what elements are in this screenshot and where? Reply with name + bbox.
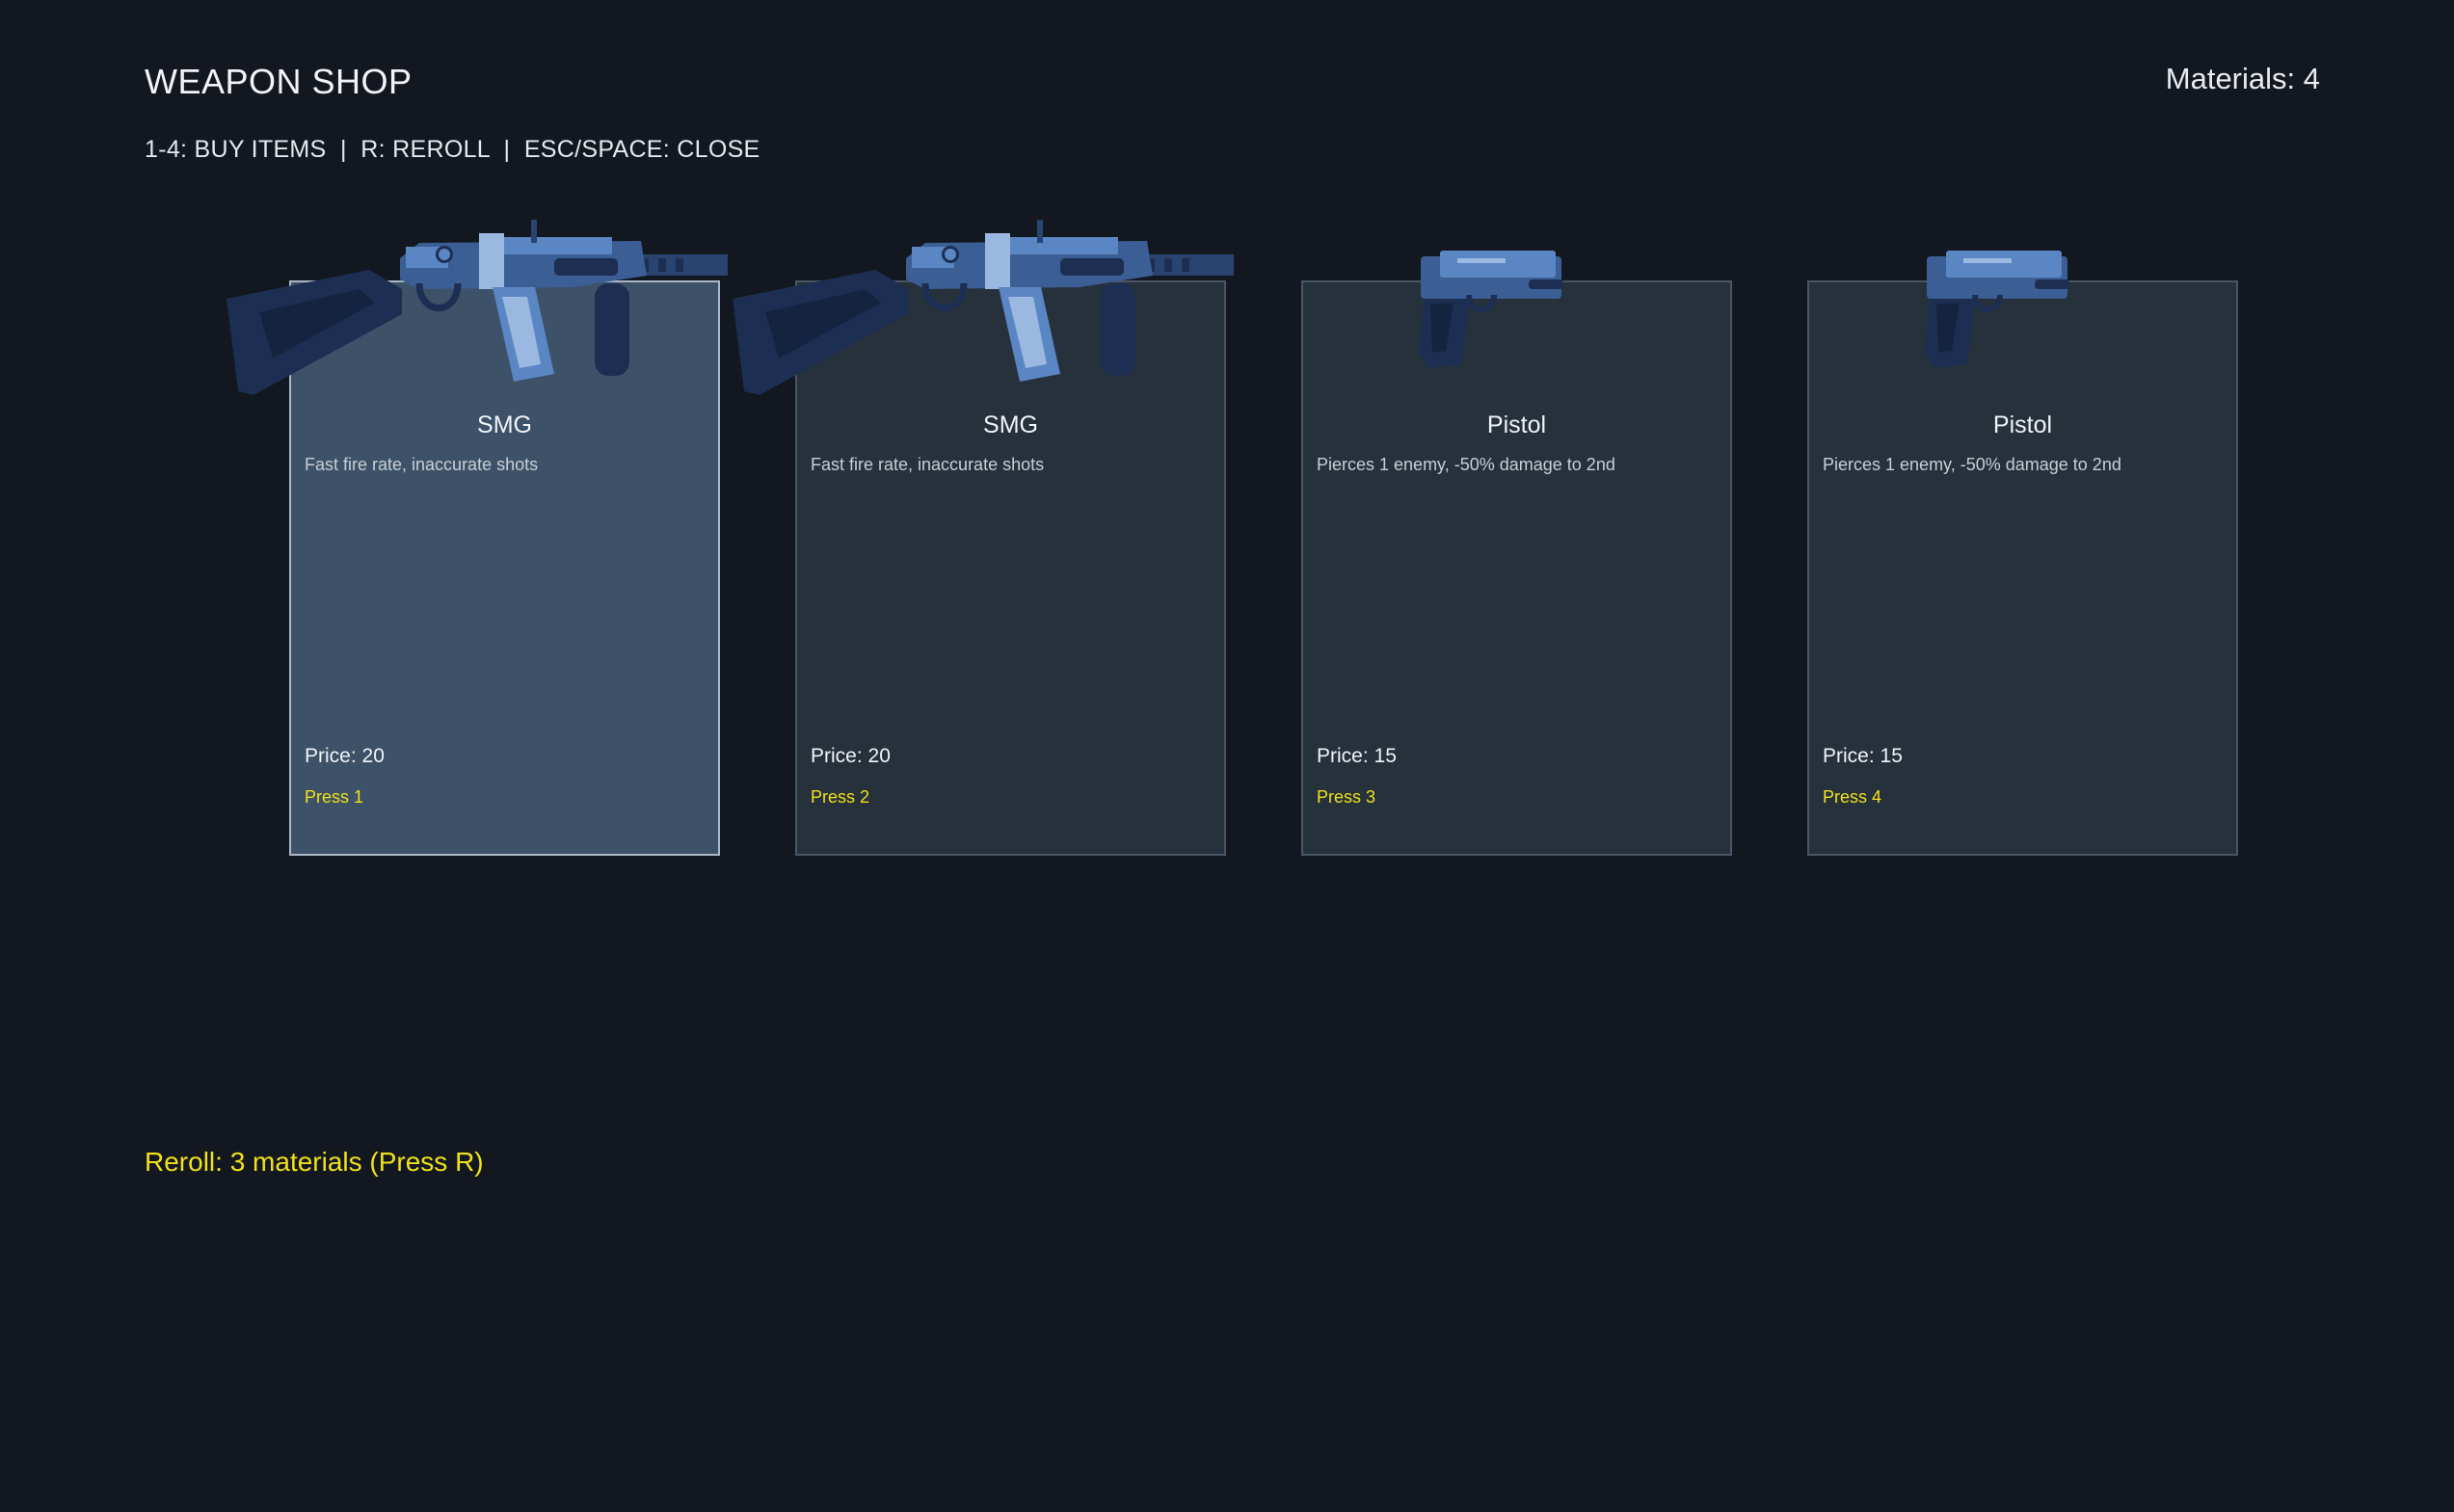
materials-counter: Materials: 4 [2165, 62, 2320, 95]
shop-item-2[interactable]: SMG Fast fire rate, inaccurate shots Pri… [795, 280, 1226, 856]
item-name: Pistol [1992, 411, 2053, 438]
item-price: Price: 20 [811, 745, 891, 767]
shop-item-4[interactable]: Pistol Pierces 1 enemy, -50% damage to 2… [1807, 280, 2238, 856]
page-title: WEAPON SHOP [145, 62, 413, 101]
item-price: Price: 20 [305, 745, 385, 767]
item-name: Pistol [1486, 411, 1547, 438]
item-key-hint: Press 4 [1823, 787, 1882, 807]
item-name: SMG [477, 411, 532, 438]
item-key-hint: Press 2 [811, 787, 870, 807]
item-description: Pierces 1 enemy, -50% damage to 2nd [1823, 455, 2121, 474]
item-description: Fast fire rate, inaccurate shots [305, 455, 539, 474]
item-key-hint: Press 1 [305, 787, 364, 807]
item-name: SMG [983, 411, 1038, 438]
controls-hint: 1-4: BUY ITEMS | R: REROLL | ESC/SPACE: … [145, 136, 760, 163]
item-description: Pierces 1 enemy, -50% damage to 2nd [1317, 455, 1615, 474]
item-price: Price: 15 [1317, 745, 1397, 767]
reroll-hint[interactable]: Reroll: 3 materials (Press R) [145, 1147, 484, 1178]
item-price: Price: 15 [1823, 745, 1903, 767]
item-key-hint: Press 3 [1317, 787, 1376, 807]
shop-item-1[interactable]: SMG Fast fire rate, inaccurate shots Pri… [289, 280, 720, 856]
item-description: Fast fire rate, inaccurate shots [811, 455, 1045, 474]
shop-item-3[interactable]: Pistol Pierces 1 enemy, -50% damage to 2… [1301, 280, 1732, 856]
